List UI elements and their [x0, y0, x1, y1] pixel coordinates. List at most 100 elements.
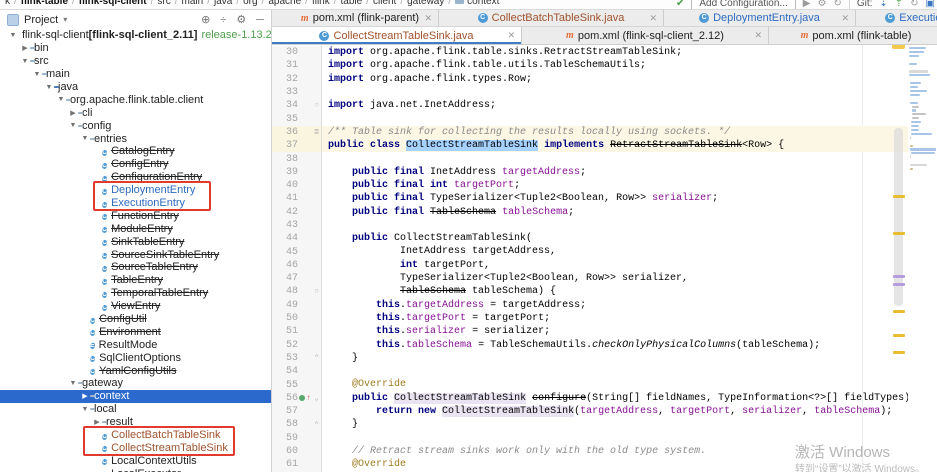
- close-icon[interactable]: ✕: [841, 14, 849, 23]
- tree-item-local[interactable]: ▼local: [0, 403, 271, 416]
- breadcrumb-item-src[interactable]: src: [156, 0, 171, 7]
- tree-item-src[interactable]: ▼src: [0, 55, 271, 68]
- breadcrumb-item-table[interactable]: table: [340, 0, 364, 7]
- chevron-down-icon[interactable]: ▾: [63, 15, 67, 24]
- tree-item-LocalExecutor[interactable]: CLocalExecutor: [0, 467, 271, 472]
- locate-file-icon[interactable]: ⊕: [201, 13, 210, 26]
- project-panel-title[interactable]: Project: [24, 14, 58, 26]
- add-configuration-button[interactable]: Add Configuration...: [691, 0, 795, 10]
- tree-item-java[interactable]: ▼java: [0, 81, 271, 94]
- change-marker-yellow[interactable]: [893, 310, 905, 313]
- tree-item-SourceTableEntry[interactable]: CSourceTableEntry: [0, 261, 271, 274]
- tree-item-CatalogEntry[interactable]: CCatalogEntry: [0, 145, 271, 158]
- tree-item-main[interactable]: ▼main: [0, 68, 271, 81]
- chevron-expanded-icon[interactable]: ▼: [80, 406, 90, 413]
- tab-CollectBatchTableSink.java[interactable]: CCollectBatchTableSink.java✕: [439, 10, 664, 26]
- collapse-all-icon[interactable]: ÷: [220, 14, 226, 26]
- code-line-41[interactable]: 41 public final TypeSerializer<Tuple2<Bo…: [272, 192, 937, 205]
- chevron-expanded-icon[interactable]: ▼: [8, 32, 18, 39]
- tab-pom.xml (flink-parent)[interactable]: mpom.xml (flink-parent)✕: [282, 10, 439, 26]
- code-line-49[interactable]: 49 this.targetAddress = targetAddress;: [272, 299, 937, 312]
- code-line-53[interactable]: 53⌃ }: [272, 352, 937, 365]
- breadcrumb-item-flink-table[interactable]: flink-table: [20, 0, 69, 7]
- code-line-34[interactable]: 34○import java.net.InetAddress;: [272, 99, 937, 112]
- code-line-47[interactable]: 47 TypeSerializer<Tuple2<Boolean, Row>> …: [272, 272, 937, 285]
- tree-item-TemporalTableEntry[interactable]: CTemporalTableEntry: [0, 287, 271, 300]
- debug-icon[interactable]: ⚙: [817, 0, 826, 9]
- tree-item-ResultMode[interactable]: EResultMode: [0, 338, 271, 351]
- screen-share-icon[interactable]: ▣: [926, 0, 935, 9]
- chevron-expanded-icon[interactable]: ▼: [68, 122, 78, 129]
- code-line-55[interactable]: 55 @Override: [272, 378, 937, 391]
- profile-icon[interactable]: ↻: [833, 0, 841, 9]
- code-line-31[interactable]: 31import org.apache.flink.table.utils.Ta…: [272, 59, 937, 72]
- chevron-expanded-icon[interactable]: ▼: [80, 135, 90, 142]
- tree-item-FunctionEntry[interactable]: CFunctionEntry: [0, 209, 271, 222]
- breadcrumb-item-org[interactable]: org: [242, 0, 258, 7]
- fold-icon[interactable]: ○: [314, 101, 319, 110]
- code-line-56[interactable]: 56↑⌄ public CollectStreamTableSink confi…: [272, 392, 937, 405]
- breadcrumb-item-flink[interactable]: flink: [311, 0, 331, 7]
- tree-item-ModuleEntry[interactable]: CModuleEntry: [0, 222, 271, 235]
- code-line-42[interactable]: 42 public final TableSchema tableSchema;: [272, 206, 937, 219]
- build-icon[interactable]: ✔: [676, 0, 684, 9]
- code-line-46[interactable]: 46 int targetPort,: [272, 259, 937, 272]
- breadcrumb-item-client[interactable]: client: [372, 0, 397, 7]
- tree-item-SqlClientOptions[interactable]: CSqlClientOptions: [0, 351, 271, 364]
- hide-panel-icon[interactable]: ─: [256, 14, 264, 26]
- tree-item-org.apache.flink.table.client[interactable]: ▼org.apache.flink.table.client: [0, 93, 271, 106]
- minimap[interactable]: [908, 45, 937, 472]
- tree-item-context[interactable]: ▶context: [0, 390, 271, 403]
- fold-icon[interactable]: ⌃: [314, 353, 319, 363]
- code-line-57[interactable]: 57 return new CollectStreamTableSink(tar…: [272, 405, 937, 418]
- breadcrumb-item-k[interactable]: k: [4, 0, 11, 7]
- chevron-expanded-icon[interactable]: ▼: [20, 58, 30, 65]
- code-line-39[interactable]: 39 public final InetAddress targetAddres…: [272, 166, 937, 179]
- code-line-58[interactable]: 58⌃ }: [272, 418, 937, 431]
- change-marker-yellow[interactable]: [893, 232, 905, 235]
- chevron-collapsed-icon[interactable]: ▶: [68, 109, 78, 117]
- code-line-51[interactable]: 51 this.serializer = serializer;: [272, 325, 937, 338]
- tree-item-TableEntry[interactable]: CTableEntry: [0, 274, 271, 287]
- tree-item-LocalContextUtils[interactable]: CLocalContextUtils: [0, 454, 271, 467]
- tree-item-config[interactable]: ▼config: [0, 119, 271, 132]
- scrollbar-thumb[interactable]: [894, 128, 903, 306]
- code-line-45[interactable]: 45 InetAddress targetAddress,: [272, 245, 937, 258]
- tree-item-DeploymentEntry[interactable]: CDeploymentEntry: [0, 184, 271, 197]
- change-marker-yellow[interactable]: [893, 334, 905, 337]
- chevron-collapsed-icon[interactable]: ▶: [20, 44, 30, 52]
- code-line-32[interactable]: 32import org.apache.flink.types.Row;: [272, 73, 937, 86]
- breadcrumb[interactable]: k/flink-table/flink-sql-client/src/main/…: [4, 0, 500, 7]
- history-icon[interactable]: ↻: [910, 0, 918, 9]
- run-icon[interactable]: ▶: [803, 0, 811, 9]
- tree-item-bin[interactable]: ▶bin: [0, 42, 271, 55]
- fold-icon[interactable]: ○: [314, 287, 319, 296]
- change-marker-purple[interactable]: [893, 275, 905, 278]
- tree-item-ConfigUtil[interactable]: CConfigUtil: [0, 313, 271, 326]
- code-line-35[interactable]: 35: [272, 112, 937, 125]
- fold-icon[interactable]: ⌃: [314, 420, 319, 430]
- tree-item-result[interactable]: ▶result: [0, 416, 271, 429]
- tree-item-ExecutionEntry[interactable]: CExecutionEntry: [0, 197, 271, 210]
- code-line-44[interactable]: 44 public CollectStreamTableSink(: [272, 232, 937, 245]
- tree-item-entries[interactable]: ▼entries: [0, 132, 271, 145]
- tree-item-ConfigEntry[interactable]: CConfigEntry: [0, 158, 271, 171]
- chevron-expanded-icon[interactable]: ▼: [44, 84, 54, 91]
- code-line-40[interactable]: 40 public final int targetPort;: [272, 179, 937, 192]
- tree-item-SourceSinkTableEntry[interactable]: CSourceSinkTableEntry: [0, 248, 271, 261]
- chevron-expanded-icon[interactable]: ▼: [68, 380, 78, 387]
- tab-pom.xml (flink-table)[interactable]: mpom.xml (flink-table): [769, 27, 937, 44]
- tree-item-Environment[interactable]: CEnvironment: [0, 325, 271, 338]
- code-line-38[interactable]: 38: [272, 152, 937, 165]
- chevron-expanded-icon[interactable]: ▼: [56, 96, 66, 103]
- change-marker-yellow[interactable]: [893, 351, 905, 354]
- code-line-50[interactable]: 50 this.targetPort = targetPort;: [272, 312, 937, 325]
- breadcrumb-item-main[interactable]: main: [181, 0, 205, 7]
- code-line-33[interactable]: 33: [272, 86, 937, 99]
- close-icon[interactable]: ✕: [424, 14, 432, 23]
- code-line-36[interactable]: 36≣/** Table sink for collecting the res…: [272, 126, 937, 139]
- breadcrumb-item-gateway[interactable]: gateway: [406, 0, 445, 7]
- close-icon[interactable]: ✕: [649, 14, 657, 23]
- tree-item-ConfigurationEntry[interactable]: CConfigurationEntry: [0, 171, 271, 184]
- close-icon[interactable]: ✕: [754, 31, 762, 40]
